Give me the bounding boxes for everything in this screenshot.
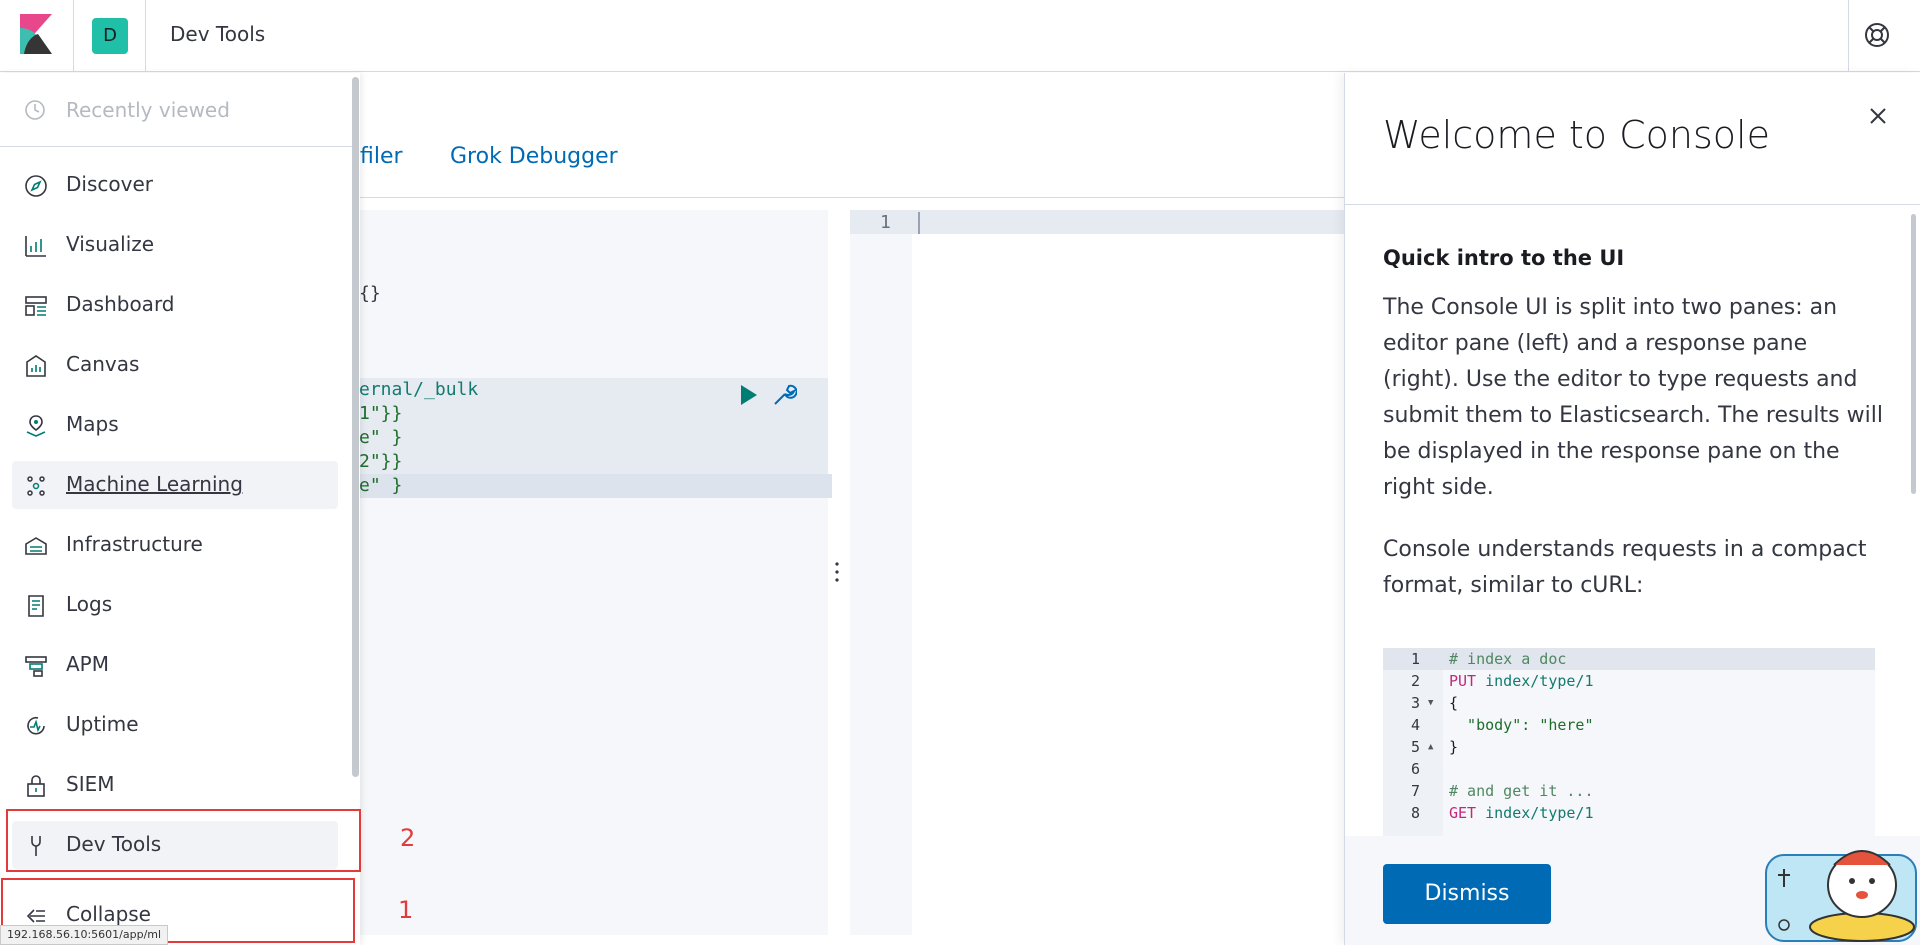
dashboard-icon	[25, 296, 47, 316]
code-line: 5 ▲}	[1411, 738, 1459, 756]
nav-scrollbar[interactable]	[352, 77, 359, 777]
editor-line: e" }	[359, 427, 403, 448]
flyout-header: Welcome to Console	[1345, 73, 1920, 205]
compass-icon	[25, 175, 47, 197]
nav-item-label: Discover	[66, 172, 153, 196]
code-line: 7 # and get it ...	[1411, 782, 1594, 800]
code-example: 1 # index a doc 2 PUT index/type/1 3 ▼{ 4 "…	[1383, 648, 1875, 836]
visualize-icon	[25, 236, 46, 257]
siem-icon	[27, 775, 45, 797]
recently-viewed-label: Recently viewed	[66, 98, 230, 122]
format-paragraph: Console understands requests in a compac…	[1383, 537, 1867, 598]
infrastructure-icon	[25, 537, 47, 555]
nav-item-machine-learning[interactable]: Machine Learning	[12, 461, 338, 509]
canvas-icon	[26, 355, 46, 377]
nav-item-visualize[interactable]: Visualize	[12, 221, 338, 269]
editor-line: 1"}}	[359, 403, 403, 424]
tab-search-profiler[interactable]: filer	[360, 144, 403, 169]
code-line: 2 PUT index/type/1	[1411, 672, 1594, 690]
flyout-body: Quick intro to the UI The Console UI is …	[1345, 206, 1920, 836]
code-line: 6	[1411, 760, 1421, 778]
section-heading: Quick intro to the UI	[1383, 246, 1625, 270]
nav-item-label: Logs	[66, 592, 113, 616]
dismiss-button[interactable]: Dismiss	[1383, 864, 1551, 924]
annotation-number-1: 1	[398, 896, 414, 924]
fold-up-icon: ▲	[1428, 742, 1434, 752]
text-cursor	[918, 212, 920, 234]
nav-item-logs[interactable]: Logs	[12, 581, 338, 629]
flyout-title: Welcome to Console	[1383, 113, 1770, 157]
pane-resize-handle-icon[interactable]	[833, 560, 841, 584]
header-divider	[1848, 0, 1849, 72]
editor-line: ernal/_bulk	[359, 379, 479, 400]
response-active-line	[850, 210, 1350, 234]
nav-item-label: Canvas	[66, 352, 140, 376]
nav-item-discover[interactable]: Discover	[12, 161, 338, 209]
code-line: 3 ▼{	[1411, 694, 1459, 712]
nav-item-siem[interactable]: SIEM	[12, 761, 338, 809]
logs-icon	[28, 595, 44, 617]
code-line: 1 # index a doc	[1383, 648, 1875, 670]
editor-line: {}	[359, 283, 381, 304]
code-line: 4 "body": "here"	[1411, 716, 1594, 734]
response-gutter	[850, 210, 912, 935]
annotation-number-2: 2	[400, 824, 416, 852]
nav-item-label: APM	[66, 652, 109, 676]
nav-item-label: Maps	[66, 412, 119, 436]
mascot-sticker-icon	[1765, 850, 1917, 942]
nav-item-infrastructure[interactable]: Infrastructure	[12, 521, 338, 569]
machine-learning-icon	[27, 476, 45, 496]
nav-item-uptime[interactable]: Uptime	[12, 701, 338, 749]
response-pane[interactable]: 1	[850, 210, 1350, 935]
flyout-scrollbar[interactable]	[1911, 214, 1916, 494]
wrench-icon[interactable]	[771, 382, 797, 408]
nav-item-label: Uptime	[66, 712, 139, 736]
uptime-icon	[27, 716, 45, 735]
close-icon[interactable]	[1867, 105, 1889, 127]
editor-line: 2"}}	[359, 451, 403, 472]
annotation-box-2	[6, 809, 361, 872]
recently-viewed[interactable]: Recently viewed	[0, 73, 352, 147]
play-icon[interactable]	[735, 382, 761, 408]
nav-item-canvas[interactable]: Canvas	[12, 341, 338, 389]
header-divider	[73, 0, 74, 72]
space-avatar[interactable]: D	[92, 18, 128, 54]
page-title: Dev Tools	[170, 22, 266, 46]
tab-grok-debugger[interactable]: Grok Debugger	[450, 144, 618, 169]
editor-line-current: e" }	[359, 474, 832, 498]
tabs-divider	[355, 197, 1345, 198]
clock-icon	[25, 100, 45, 120]
nav-item-label: Dashboard	[66, 292, 175, 316]
nav-item-label: Machine Learning	[66, 472, 243, 496]
nav-item-apm[interactable]: APM	[12, 641, 338, 689]
nav-item-label: Visualize	[66, 232, 155, 256]
response-line-number: 1	[880, 212, 891, 233]
intro-paragraph: The Console UI is split into two panes: …	[1383, 295, 1883, 500]
top-header: D Dev Tools	[0, 0, 1920, 72]
kibana-logo-icon[interactable]	[20, 14, 52, 54]
nav-item-maps[interactable]: Maps	[12, 401, 338, 449]
header-divider	[145, 0, 146, 72]
nav-item-label: Infrastructure	[66, 532, 203, 556]
maps-icon	[26, 415, 46, 437]
nav-item-dashboard[interactable]: Dashboard	[12, 281, 338, 329]
help-icon[interactable]	[1862, 20, 1892, 50]
nav-item-label: SIEM	[66, 772, 115, 796]
fold-down-icon: ▼	[1428, 698, 1434, 708]
apm-icon	[25, 656, 47, 677]
console-editor[interactable]: {} ernal/_bulk 1"}} e" } 2"}} e" }	[355, 210, 832, 935]
status-url-tooltip: 192.168.56.10:5601/app/ml	[0, 925, 169, 945]
